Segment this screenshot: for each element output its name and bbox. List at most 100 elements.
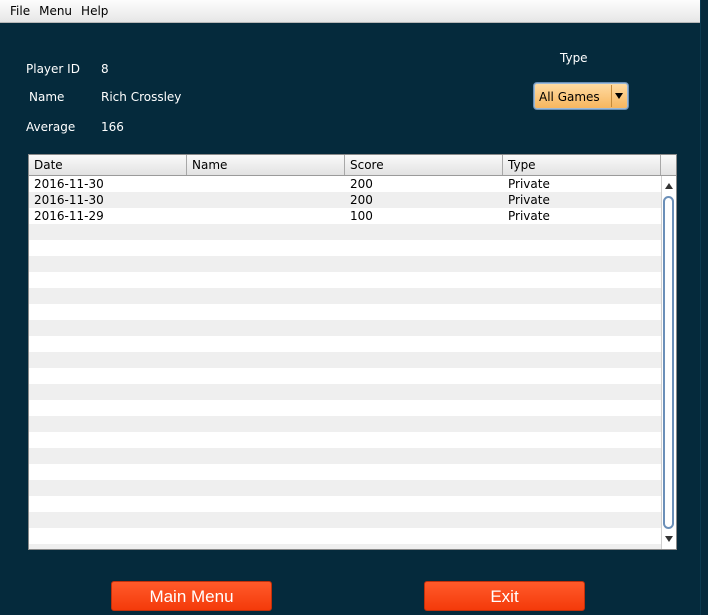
table-row[interactable]	[29, 400, 661, 416]
table-row[interactable]	[29, 480, 661, 496]
table-cell: 200	[350, 193, 373, 207]
table-cell: 2016-11-29	[34, 209, 104, 223]
table-row[interactable]	[29, 544, 661, 549]
table-cell	[187, 320, 345, 336]
table-cell	[345, 368, 503, 384]
window-edge	[700, 0, 708, 615]
player-id-value: 8	[101, 62, 109, 76]
table-cell	[29, 496, 187, 512]
table-row[interactable]	[29, 464, 661, 480]
table-cell: Private	[508, 209, 550, 223]
table-cell	[503, 288, 661, 304]
table-cell	[503, 352, 661, 368]
table-cell	[29, 400, 187, 416]
combo-arrow-button[interactable]	[611, 85, 626, 107]
menu-menu[interactable]: Menu	[39, 4, 72, 18]
table-cell	[29, 256, 187, 272]
average-label: Average	[26, 120, 76, 134]
type-label: Type	[560, 51, 588, 65]
table-cell	[29, 352, 187, 368]
table-cell	[503, 336, 661, 352]
table-cell	[503, 320, 661, 336]
column-header-type[interactable]: Type	[503, 155, 661, 175]
table-cell	[29, 432, 187, 448]
table-cell	[345, 512, 503, 528]
main-menu-button[interactable]: Main Menu	[111, 581, 272, 611]
table-cell	[29, 240, 187, 256]
table-cell	[345, 480, 503, 496]
table-cell	[503, 496, 661, 512]
table-row[interactable]	[29, 528, 661, 544]
table-cell	[503, 432, 661, 448]
table-cell	[29, 448, 187, 464]
table-row[interactable]	[29, 368, 661, 384]
table-cell	[29, 384, 187, 400]
table-cell: 200	[350, 177, 373, 191]
table-row[interactable]	[29, 272, 661, 288]
table-cell	[29, 528, 187, 544]
table-cell	[29, 368, 187, 384]
table-cell	[345, 304, 503, 320]
table-cell	[503, 416, 661, 432]
vertical-scrollbar[interactable]	[661, 176, 676, 549]
table-row[interactable]	[29, 336, 661, 352]
menu-help[interactable]: Help	[81, 4, 108, 18]
table-row[interactable]	[29, 288, 661, 304]
table-cell	[187, 240, 345, 256]
table-cell	[187, 448, 345, 464]
table-cell	[187, 528, 345, 544]
table-cell	[503, 240, 661, 256]
average-value: 166	[101, 120, 124, 134]
table-cell	[187, 368, 345, 384]
table-cell	[29, 416, 187, 432]
column-header-date[interactable]: Date	[29, 155, 187, 175]
table-row[interactable]	[29, 416, 661, 432]
scroll-up-button[interactable]	[662, 179, 676, 193]
table-cell	[503, 528, 661, 544]
table-row[interactable]	[29, 432, 661, 448]
chevron-down-icon	[615, 93, 623, 99]
table-cell	[345, 400, 503, 416]
table-cell	[503, 544, 661, 549]
table-cell	[187, 480, 345, 496]
type-combo-value: All Games	[539, 90, 600, 104]
table-body: 2016-11-30 200 Private 2016-11-30 200 Private…	[29, 176, 661, 549]
table-cell	[29, 336, 187, 352]
table-row[interactable]: 2016-11-30 200 Private	[29, 176, 661, 192]
table-row[interactable]	[29, 224, 661, 240]
table-cell	[345, 224, 503, 240]
table-row[interactable]: 2016-11-30 200 Private	[29, 192, 661, 208]
player-id-label: Player ID	[26, 62, 80, 76]
scroll-down-button[interactable]	[662, 532, 676, 546]
column-header-name[interactable]: Name	[187, 155, 345, 175]
table-cell	[345, 496, 503, 512]
table-row[interactable]	[29, 512, 661, 528]
table-cell	[503, 464, 661, 480]
table-row[interactable]	[29, 384, 661, 400]
table-cell	[187, 256, 345, 272]
table-cell	[187, 336, 345, 352]
table-cell	[187, 288, 345, 304]
table-cell	[29, 272, 187, 288]
table-row[interactable]	[29, 448, 661, 464]
table-row[interactable]: 2016-11-29 100 Private	[29, 208, 661, 224]
table-cell: 100	[350, 209, 373, 223]
column-header-score[interactable]: Score	[345, 155, 503, 175]
table-cell	[345, 416, 503, 432]
table-row[interactable]	[29, 256, 661, 272]
table-header: Date Name Score Type	[29, 155, 661, 176]
exit-button[interactable]: Exit	[424, 581, 585, 611]
table-row[interactable]	[29, 304, 661, 320]
table-row[interactable]	[29, 240, 661, 256]
type-combo[interactable]: All Games	[533, 82, 629, 110]
table-row[interactable]	[29, 320, 661, 336]
menu-bar: File Menu Help	[0, 0, 700, 23]
table-cell	[187, 224, 345, 240]
scroll-thumb[interactable]	[663, 196, 674, 529]
menu-file[interactable]: File	[10, 4, 30, 18]
table-cell	[187, 176, 345, 192]
table-cell	[503, 224, 661, 240]
table-cell	[29, 480, 187, 496]
table-row[interactable]	[29, 352, 661, 368]
table-row[interactable]	[29, 496, 661, 512]
